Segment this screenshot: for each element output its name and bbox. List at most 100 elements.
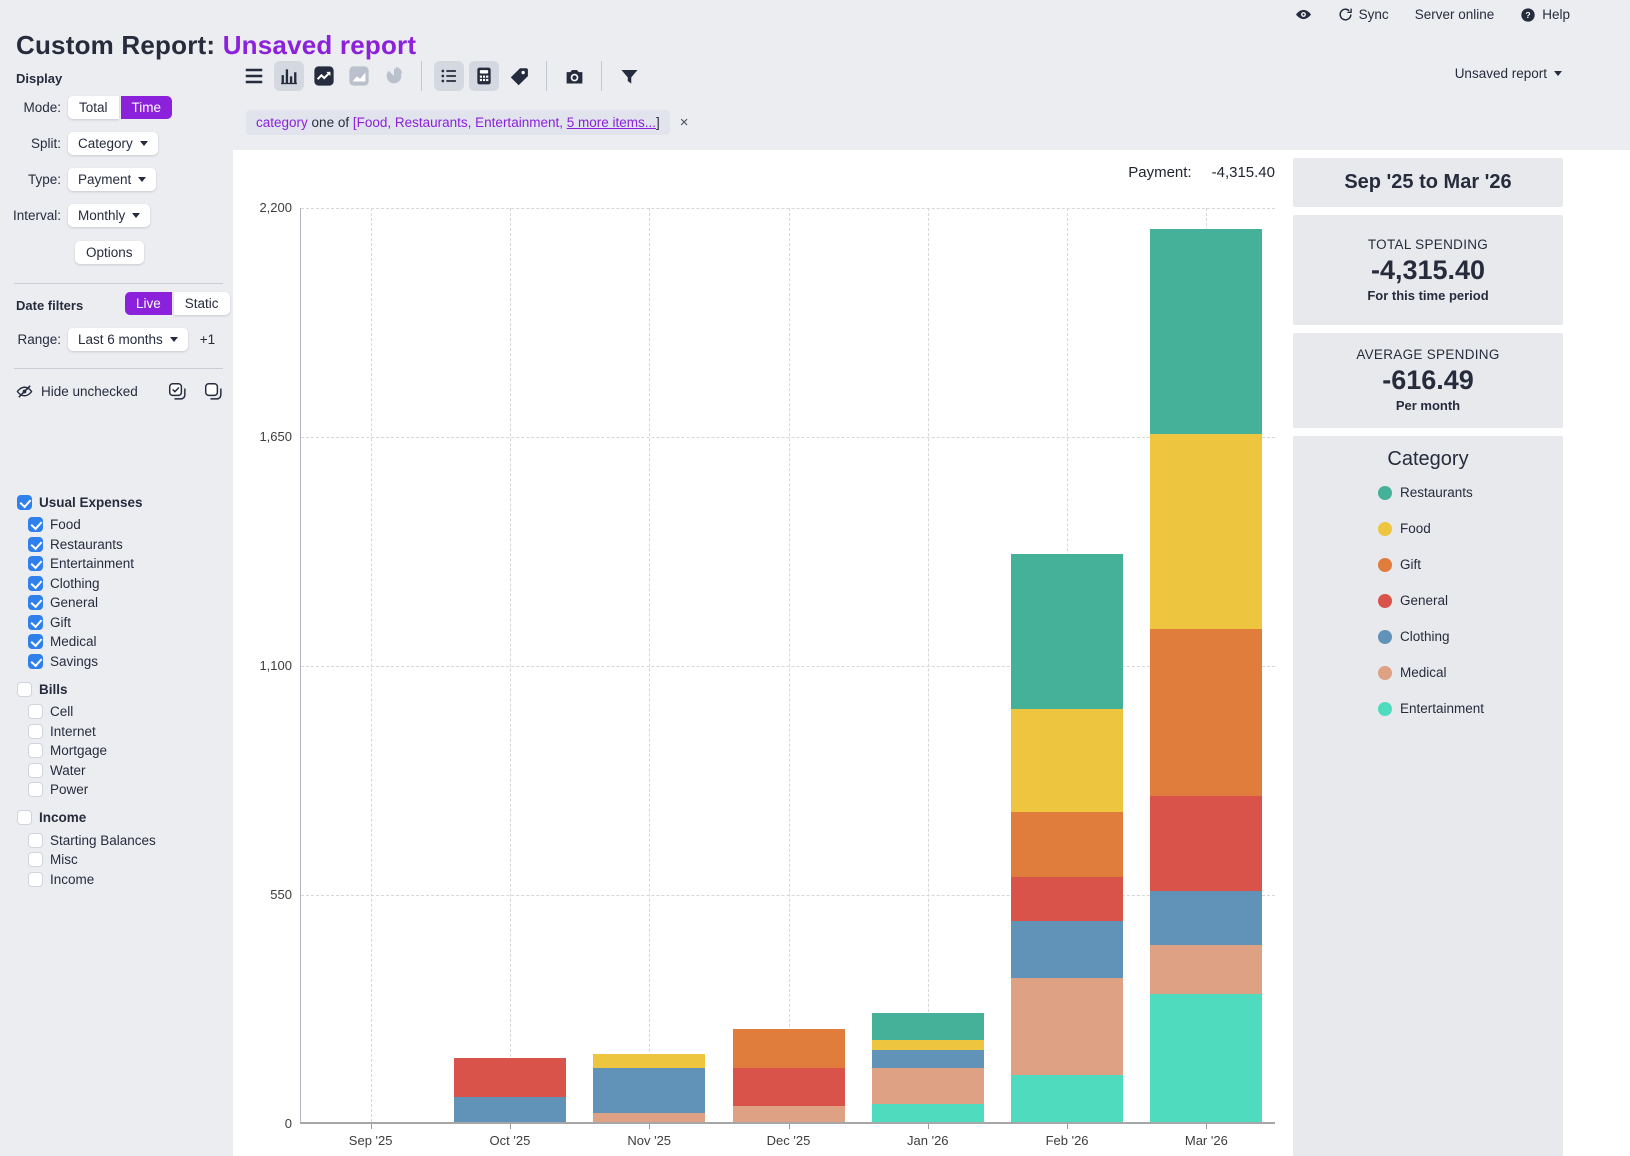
category-item-clothing[interactable]: Clothing bbox=[0, 574, 233, 594]
interval-dropdown[interactable]: Monthly bbox=[68, 204, 150, 227]
category-item-cell[interactable]: Cell bbox=[0, 702, 233, 722]
category-item-label: Mortgage bbox=[50, 743, 107, 758]
bar-segment-food bbox=[1011, 709, 1123, 812]
checkbox[interactable] bbox=[17, 495, 32, 510]
saved-report-menu[interactable]: Unsaved report bbox=[1455, 66, 1562, 81]
checkbox[interactable] bbox=[28, 576, 43, 591]
bar-segment-restaurants bbox=[872, 1013, 984, 1040]
category-item-label: Power bbox=[50, 782, 88, 797]
range-extra-button[interactable]: +1 bbox=[200, 332, 215, 347]
category-item-power[interactable]: Power bbox=[0, 780, 233, 800]
legend-item-clothing: Clothing bbox=[1378, 629, 1563, 644]
filter-values: [Food, Restaurants, Entertainment, bbox=[353, 115, 563, 130]
category-filter-chip[interactable]: category one of [Food, Restaurants, Ente… bbox=[246, 110, 670, 135]
checkbox[interactable] bbox=[17, 682, 32, 697]
split-value: Category bbox=[78, 136, 133, 151]
line-chart-icon[interactable] bbox=[309, 61, 339, 91]
category-item-mortgage[interactable]: Mortgage bbox=[0, 741, 233, 761]
date-live-button[interactable]: Live bbox=[125, 292, 172, 315]
sidebar: Display Mode: Total Time Split: Category… bbox=[0, 60, 233, 1156]
category-item-misc[interactable]: Misc bbox=[0, 850, 233, 870]
category-item-food[interactable]: Food bbox=[0, 515, 233, 535]
area-chart-icon[interactable] bbox=[344, 61, 374, 91]
legend-dot bbox=[1378, 522, 1392, 536]
bar-segment-food bbox=[1150, 434, 1262, 628]
help-label: Help bbox=[1542, 7, 1570, 22]
checkbox[interactable] bbox=[28, 556, 43, 571]
checkbox[interactable] bbox=[28, 724, 43, 739]
category-group-income[interactable]: Income bbox=[0, 805, 233, 831]
split-label: Split: bbox=[0, 136, 68, 151]
hide-unchecked-toggle[interactable]: Hide unchecked bbox=[16, 383, 138, 400]
checkbox[interactable] bbox=[28, 615, 43, 630]
category-item-starting-balances[interactable]: Starting Balances bbox=[0, 831, 233, 851]
checkbox[interactable] bbox=[28, 654, 43, 669]
category-item-label: General bbox=[50, 595, 98, 610]
filter-field: category bbox=[256, 115, 308, 130]
x-axis-tick-label: Jan '26 bbox=[883, 1133, 973, 1148]
checkbox[interactable] bbox=[28, 634, 43, 649]
legend-dot bbox=[1378, 702, 1392, 716]
checkbox[interactable] bbox=[28, 595, 43, 610]
filter-more-link[interactable]: 5 more items... bbox=[567, 115, 656, 130]
date-static-button[interactable]: Static bbox=[174, 292, 230, 315]
type-dropdown[interactable]: Payment bbox=[68, 168, 156, 191]
checkbox[interactable] bbox=[28, 782, 43, 797]
category-item-entertainment[interactable]: Entertainment bbox=[0, 554, 233, 574]
category-item-restaurants[interactable]: Restaurants bbox=[0, 535, 233, 555]
bar-chart-icon[interactable] bbox=[274, 61, 304, 91]
category-item-water[interactable]: Water bbox=[0, 761, 233, 781]
table-icon[interactable] bbox=[434, 61, 464, 91]
checkbox[interactable] bbox=[28, 704, 43, 719]
filter-chip-close-icon[interactable]: × bbox=[680, 115, 689, 130]
calculator-icon[interactable] bbox=[469, 61, 499, 91]
chevron-down-icon bbox=[170, 337, 178, 342]
y-axis-tick-label: 0 bbox=[248, 1116, 292, 1131]
menu-icon[interactable] bbox=[239, 61, 269, 91]
bar-segment-medical bbox=[593, 1113, 705, 1122]
help-button[interactable]: ? Help bbox=[1520, 7, 1570, 23]
category-item-gift[interactable]: Gift bbox=[0, 613, 233, 633]
sync-label: Sync bbox=[1359, 7, 1389, 22]
category-item-internet[interactable]: Internet bbox=[0, 722, 233, 742]
average-spending-value: -616.49 bbox=[1293, 365, 1563, 396]
checkbox[interactable] bbox=[28, 833, 43, 848]
checkbox[interactable] bbox=[28, 852, 43, 867]
category-item-label: Savings bbox=[50, 654, 98, 669]
privacy-eye-button[interactable] bbox=[1295, 6, 1312, 23]
mode-label: Mode: bbox=[0, 100, 68, 115]
category-group-bills[interactable]: Bills bbox=[0, 676, 233, 702]
summary-total-box: TOTAL SPENDING -4,315.40 For this time p… bbox=[1293, 215, 1563, 325]
server-status-button[interactable]: Server online bbox=[1415, 7, 1495, 22]
checkbox[interactable] bbox=[28, 872, 43, 887]
options-button[interactable]: Options bbox=[75, 241, 144, 264]
filter-icon[interactable] bbox=[614, 61, 644, 91]
category-item-medical[interactable]: Medical bbox=[0, 632, 233, 652]
category-group-usual-expenses[interactable]: Usual Expenses bbox=[0, 489, 233, 515]
donut-chart-icon[interactable] bbox=[379, 61, 409, 91]
deselect-all-icon[interactable] bbox=[204, 382, 223, 401]
checkbox[interactable] bbox=[28, 537, 43, 552]
category-item-income[interactable]: Income bbox=[0, 870, 233, 890]
camera-icon[interactable] bbox=[559, 61, 589, 91]
bar-mar26 bbox=[1150, 229, 1262, 1122]
summary-range-box: Sep '25 to Mar '26 bbox=[1293, 158, 1563, 207]
mode-time-button[interactable]: Time bbox=[121, 96, 173, 119]
category-item-savings[interactable]: Savings bbox=[0, 652, 233, 672]
average-spending-sub: Per month bbox=[1293, 398, 1563, 413]
checkbox[interactable] bbox=[28, 763, 43, 778]
sync-button[interactable]: Sync bbox=[1338, 7, 1389, 22]
v-gridline bbox=[649, 208, 650, 1122]
mode-total-button[interactable]: Total bbox=[68, 96, 119, 119]
checkbox[interactable] bbox=[28, 743, 43, 758]
checkbox[interactable] bbox=[17, 810, 32, 825]
category-item-general[interactable]: General bbox=[0, 593, 233, 613]
checkbox[interactable] bbox=[28, 517, 43, 532]
range-dropdown[interactable]: Last 6 months bbox=[68, 328, 188, 351]
bar-segment-clothing bbox=[1150, 891, 1262, 944]
average-spending-label: AVERAGE SPENDING bbox=[1293, 347, 1563, 362]
split-dropdown[interactable]: Category bbox=[68, 132, 158, 155]
category-item-label: Food bbox=[50, 517, 81, 532]
tag-icon[interactable] bbox=[504, 61, 534, 91]
select-all-icon[interactable] bbox=[168, 382, 187, 401]
